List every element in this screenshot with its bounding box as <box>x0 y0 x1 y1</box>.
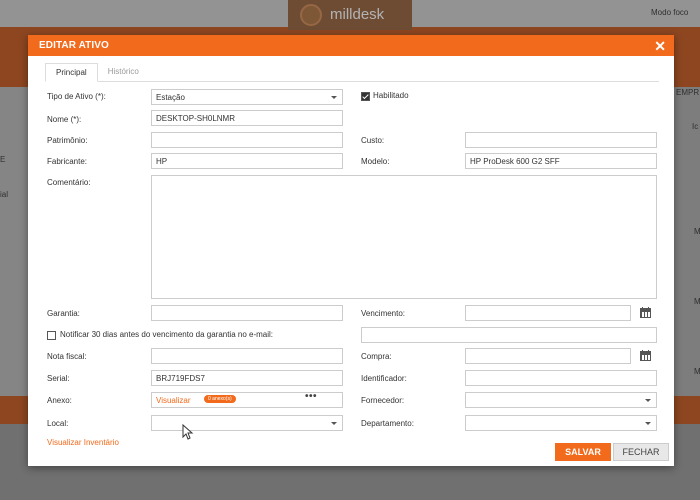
chevron-down-icon <box>331 96 337 99</box>
notificar-label: Notificar 30 dias antes do vencimento da… <box>60 330 274 339</box>
tipo-select[interactable]: Estação <box>151 89 343 105</box>
tipo-value: Estação <box>156 93 185 102</box>
chevron-down-icon <box>645 422 651 425</box>
close-icon[interactable]: ✕ <box>654 39 666 53</box>
tab-bar: Principal Histórico <box>45 63 659 82</box>
patrimonio-field[interactable] <box>151 132 343 148</box>
fabricante-field[interactable]: HP <box>151 153 343 169</box>
fornecedor-select[interactable] <box>465 392 657 408</box>
departamento-label: Departamento: <box>361 419 414 428</box>
departamento-select[interactable] <box>465 415 657 431</box>
calendar-icon[interactable] <box>640 307 651 318</box>
nota-label: Nota fiscal: <box>47 352 87 361</box>
tab-principal[interactable]: Principal <box>45 63 98 82</box>
patrimonio-label: Patrimônio: <box>47 136 88 145</box>
modal-header: EDITAR ATIVO ✕ <box>28 35 674 56</box>
modelo-label: Modelo: <box>361 157 390 166</box>
custo-field[interactable] <box>465 132 657 148</box>
tab-historico[interactable]: Histórico <box>98 63 149 82</box>
more-options-icon[interactable]: ••• <box>305 391 317 402</box>
anexo-label: Anexo: <box>47 396 72 405</box>
notificar-checkbox[interactable] <box>47 331 56 340</box>
identificador-field[interactable] <box>465 370 657 386</box>
tipo-label: Tipo de Ativo (*): <box>47 92 106 101</box>
local-label: Local: <box>47 419 69 428</box>
compra-field[interactable] <box>465 348 631 364</box>
chevron-down-icon <box>645 399 651 402</box>
serial-field[interactable]: BRJ719FDS7 <box>151 370 343 386</box>
nota-field[interactable] <box>151 348 343 364</box>
vencimento-label: Vencimento: <box>361 309 406 318</box>
save-button[interactable]: SALVAR <box>555 443 611 461</box>
edit-asset-modal: EDITAR ATIVO ✕ Principal Histórico Tipo … <box>28 35 674 466</box>
notificar-email-field[interactable] <box>361 327 657 343</box>
fabricante-label: Fabricante: <box>47 157 88 166</box>
visualizar-inventario-link[interactable]: Visualizar Inventário <box>47 438 119 447</box>
modal-title: EDITAR ATIVO <box>39 40 109 51</box>
close-button[interactable]: FECHAR <box>613 443 669 461</box>
nome-field[interactable]: DESKTOP-SH0LNMR <box>151 110 343 126</box>
local-select[interactable] <box>151 415 343 431</box>
chevron-down-icon <box>331 422 337 425</box>
comentario-label: Comentário: <box>47 178 91 187</box>
calendar-icon[interactable] <box>640 350 651 361</box>
serial-label: Serial: <box>47 374 70 383</box>
anexo-visualizar-link[interactable]: Visualizar <box>156 396 191 405</box>
habilitado-label: Habilitado <box>373 91 409 100</box>
comentario-textarea[interactable] <box>151 175 657 299</box>
garantia-label: Garantia: <box>47 309 80 318</box>
identificador-label: Identificador: <box>361 374 407 383</box>
anexo-count-badge: 0 anexo(s) <box>204 395 236 403</box>
mouse-cursor-icon <box>182 424 194 440</box>
modelo-field[interactable]: HP ProDesk 600 G2 SFF <box>465 153 657 169</box>
nome-label: Nome (*): <box>47 115 82 124</box>
fornecedor-label: Fornecedor: <box>361 396 405 405</box>
vencimento-field[interactable] <box>465 305 631 321</box>
custo-label: Custo: <box>361 136 385 145</box>
garantia-field[interactable] <box>151 305 343 321</box>
compra-label: Compra: <box>361 352 392 361</box>
habilitado-checkbox[interactable] <box>361 92 370 101</box>
